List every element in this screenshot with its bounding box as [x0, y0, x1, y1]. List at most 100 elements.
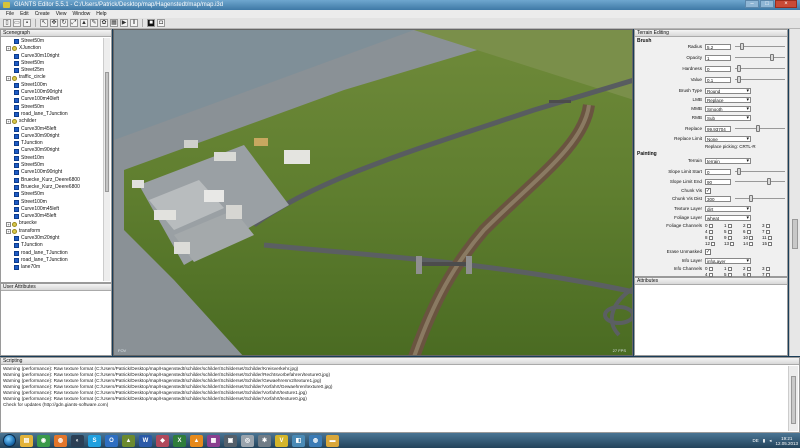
play-icon[interactable]: ▶: [120, 19, 128, 27]
new-file-icon[interactable]: ▯: [3, 19, 11, 27]
winrar-icon[interactable]: ▦: [207, 434, 220, 447]
close-button[interactable]: ×: [775, 0, 797, 8]
globe-icon[interactable]: ◍: [309, 434, 322, 447]
tree-item[interactable]: Curve30m45left: [2, 213, 102, 220]
side-panel-scroll-thumb[interactable]: [792, 219, 798, 249]
explorer-icon[interactable]: ▤: [20, 434, 33, 447]
replace-slider[interactable]: [735, 125, 785, 132]
tree-item[interactable]: road_lane_TJunction: [2, 257, 102, 264]
channel-checkbox[interactable]: [727, 230, 732, 234]
menu-window[interactable]: Window: [69, 10, 93, 18]
brush-type-select[interactable]: Round: [705, 88, 751, 94]
vlc-icon[interactable]: ▲: [190, 434, 203, 447]
picture-icon[interactable]: ◆: [156, 434, 169, 447]
tree-item[interactable]: TJunction: [2, 242, 102, 249]
disc-icon[interactable]: ◎: [241, 434, 254, 447]
channel-checkbox[interactable]: [746, 224, 751, 228]
channel-checkbox[interactable]: [727, 236, 732, 240]
save-icon[interactable]: ▪: [23, 19, 31, 27]
texture-layer-select[interactable]: dirt: [705, 206, 751, 212]
slope-end-field[interactable]: 90: [705, 179, 731, 185]
word-icon[interactable]: W: [139, 434, 152, 447]
steam-icon[interactable]: ◐: [71, 434, 84, 447]
3d-viewport[interactable]: FOV 27 FPS: [113, 29, 633, 356]
hardness-field[interactable]: 0: [705, 66, 731, 72]
chunk-vis-dist-slider[interactable]: [735, 195, 785, 202]
tree-item[interactable]: Street100m: [2, 82, 102, 89]
channel-checkbox[interactable]: [727, 224, 732, 228]
skype-icon[interactable]: S: [88, 434, 101, 447]
outlook-icon[interactable]: O: [105, 434, 118, 447]
giants-icon[interactable]: V: [275, 434, 288, 447]
excel-icon[interactable]: X: [173, 434, 186, 447]
maximize-button[interactable]: □: [760, 0, 774, 8]
opacity-field[interactable]: 1: [705, 55, 731, 61]
hardness-slider-knob[interactable]: [737, 65, 742, 72]
menu-help[interactable]: Help: [93, 10, 109, 18]
tree-item[interactable]: Street25m: [2, 67, 102, 74]
replace-slider-knob[interactable]: [755, 125, 760, 132]
foliage-layer-select[interactable]: wheat: [705, 215, 751, 221]
slope-end-knob[interactable]: [767, 178, 772, 185]
folder-icon[interactable]: ▬: [326, 434, 339, 447]
tree-item[interactable]: + transform: [2, 228, 102, 235]
slope-end-slider[interactable]: [735, 178, 785, 185]
tree-item[interactable]: Street50m: [2, 38, 102, 45]
lmb-select[interactable]: Replace: [705, 97, 751, 103]
hardness-slider[interactable]: [735, 65, 785, 72]
language-indicator[interactable]: DE: [752, 438, 758, 443]
menu-edit[interactable]: Edit: [17, 10, 32, 18]
side-panel-scrollbar[interactable]: [789, 29, 800, 356]
volume-icon[interactable]: ◂: [769, 438, 771, 444]
slope-start-field[interactable]: 0: [705, 169, 731, 175]
camera-icon[interactable]: ◘: [157, 19, 165, 27]
tree-item[interactable]: Curve30m10right: [2, 53, 102, 60]
tree-item[interactable]: Curve30m90right: [2, 147, 102, 154]
chunk-vis-dist-field[interactable]: 300: [705, 196, 731, 202]
menu-file[interactable]: File: [3, 10, 17, 18]
expand-icon[interactable]: +: [6, 221, 11, 227]
tree-item[interactable]: Curve100m40left: [2, 96, 102, 103]
value-slider-knob[interactable]: [737, 76, 742, 83]
tree-item[interactable]: Street100m: [2, 199, 102, 206]
channel-checkbox[interactable]: [765, 224, 770, 228]
channel-checkbox[interactable]: [727, 267, 732, 271]
info-layer-select[interactable]: infoLayer: [705, 258, 751, 264]
tree-item[interactable]: Curve30m45left: [2, 126, 102, 133]
paint-icon[interactable]: ◧: [292, 434, 305, 447]
tree-item[interactable]: Street50m: [2, 191, 102, 198]
channel-checkbox[interactable]: [708, 236, 713, 240]
expand-icon[interactable]: +: [6, 119, 11, 125]
channel-checkbox[interactable]: [708, 267, 713, 271]
rotate-tool-icon[interactable]: ↻: [60, 19, 68, 27]
rmb-select[interactable]: Sub: [705, 115, 751, 121]
channel-checkbox[interactable]: [767, 236, 772, 240]
tree-item[interactable]: lane70m: [2, 264, 102, 271]
expand-icon[interactable]: +: [6, 46, 11, 52]
channel-checkbox[interactable]: [708, 224, 713, 228]
mmb-select[interactable]: Smooth: [705, 106, 751, 112]
start-button[interactable]: [3, 434, 16, 447]
foliage-paint-icon[interactable]: ✿: [100, 19, 108, 27]
channel-checkbox[interactable]: [749, 236, 754, 240]
terrain-select[interactable]: terrain: [705, 158, 751, 164]
channel-checkbox[interactable]: [746, 230, 751, 234]
radius-field[interactable]: 5.2: [705, 44, 731, 50]
tree-item[interactable]: Bruecke_Kurz_Deere6800: [2, 177, 102, 184]
media-icon[interactable]: ▣: [224, 434, 237, 447]
scripting-scrollbar[interactable]: [788, 366, 798, 431]
open-folder-icon[interactable]: ▭: [13, 19, 21, 27]
info-layer-icon[interactable]: ▦: [110, 19, 118, 27]
tree-item[interactable]: Street50m: [2, 104, 102, 111]
scenegraph-scroll-thumb[interactable]: [105, 72, 109, 192]
tree-item[interactable]: Street50m: [2, 60, 102, 67]
scripting-scroll-thumb[interactable]: [791, 376, 796, 424]
menu-create[interactable]: Create: [32, 10, 53, 18]
chunk-vis-dist-knob[interactable]: [748, 195, 753, 202]
tree-item[interactable]: Curve100m45left: [2, 206, 102, 213]
value-slider[interactable]: [735, 76, 785, 83]
minimize-button[interactable]: –: [745, 0, 759, 8]
network-icon[interactable]: ▮: [763, 438, 765, 444]
move-tool-icon[interactable]: ✥: [50, 19, 58, 27]
scale-tool-icon[interactable]: ⤢: [70, 19, 78, 27]
